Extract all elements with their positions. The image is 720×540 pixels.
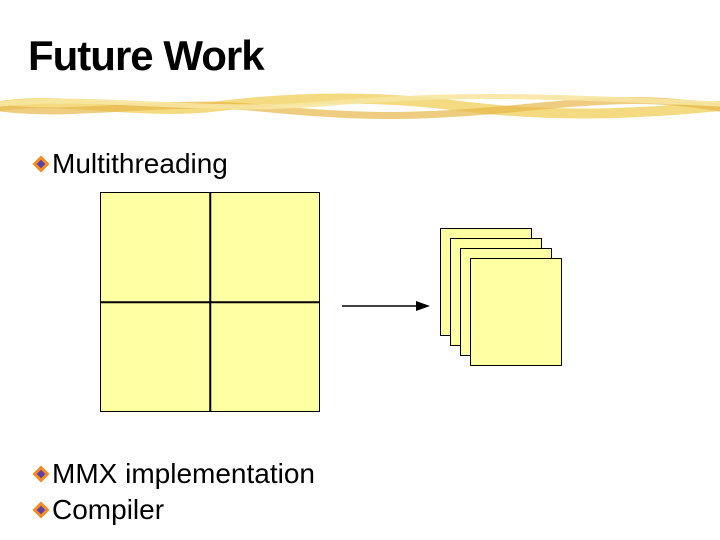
card-stack — [440, 228, 570, 358]
bullet-text: Compiler — [52, 494, 164, 526]
title-underline — [0, 92, 720, 120]
bullet-mmx: MMX implementation — [32, 458, 315, 490]
bullet-text: MMX implementation — [52, 458, 315, 490]
bullet-text: Multithreading — [52, 148, 228, 180]
diagram-container — [100, 192, 320, 412]
bullet-icon — [32, 501, 50, 519]
arrow-icon — [340, 296, 430, 316]
stack-card — [470, 258, 562, 366]
bullet-multithreading: Multithreading — [32, 148, 228, 180]
slide-title: Future Work — [28, 32, 692, 80]
bullet-icon — [32, 155, 50, 173]
bullet-icon — [32, 465, 50, 483]
bullet-compiler: Compiler — [32, 494, 164, 526]
quad-grid — [100, 192, 320, 412]
slide: Future Work Multithreading MMX implement… — [0, 0, 720, 540]
